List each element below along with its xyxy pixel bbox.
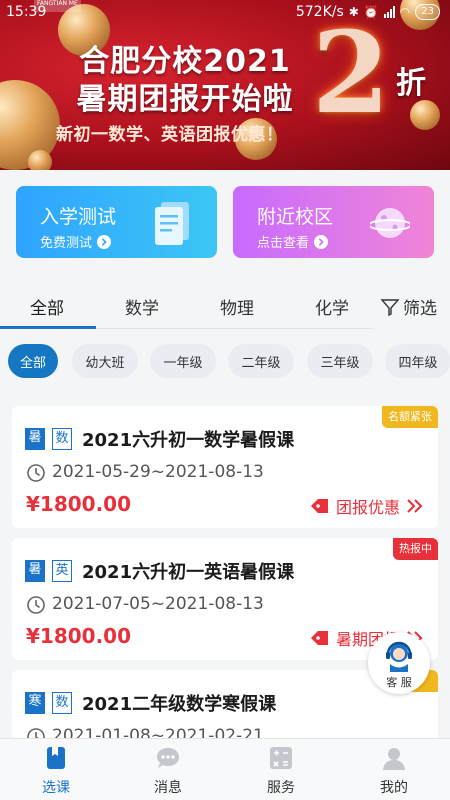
grade-chip-grade2[interactable]: 二年级 — [228, 344, 294, 378]
double-chevron-right-icon — [407, 499, 423, 513]
course-price: ¥1800.00 — [26, 624, 132, 648]
grade-chip-grade1[interactable]: 一年级 — [150, 344, 216, 378]
course-card[interactable]: 热报中 暑 英 2021六升初一英语暑假课 2021-07-05~2021-08… — [12, 538, 438, 660]
arrow-right-icon — [314, 234, 329, 249]
customer-service-button[interactable]: 客 服 — [368, 632, 430, 694]
clock-icon — [27, 464, 45, 482]
grade-chip-kindergarten[interactable]: 幼大班 — [72, 344, 138, 378]
clock-icon — [27, 596, 45, 614]
season-tag: 寒 — [25, 692, 45, 714]
tab-physics[interactable]: 物理 — [220, 294, 254, 319]
nav-label: 消息 — [154, 780, 182, 796]
card-title: 入学测试 — [40, 206, 117, 228]
card-subtitle-text: 点击查看 — [257, 236, 310, 251]
nav-label: 服务 — [267, 780, 295, 796]
filter-label: 筛选 — [403, 299, 437, 319]
nav-item-services[interactable]: 服务 — [225, 739, 337, 800]
banner-title-line2: 暑期团报开始啦 — [76, 82, 294, 117]
banner-subtitle: 新初一数学、英语团报优惠！ — [56, 125, 284, 145]
battery-icon: 23 — [415, 4, 440, 20]
course-dates: 2021-07-05~2021-08-13 — [52, 594, 264, 614]
alarm-icon: ⏰ — [363, 5, 379, 19]
customer-service-label: 客 服 — [386, 676, 412, 689]
filter-button[interactable]: 筛选 — [380, 294, 437, 319]
book-icon — [47, 747, 65, 769]
course-dates: 2021-05-29~2021-08-13 — [52, 462, 264, 482]
card-subtitle: 点击查看 — [257, 232, 329, 251]
bottom-navigation: 选课 消息 服务 我的 — [0, 738, 450, 800]
status-badge: 名额紧张 — [382, 406, 438, 428]
course-title: 2021六升初一英语暑假课 — [82, 562, 295, 583]
chat-bubble-icon — [157, 748, 179, 768]
bluetooth-icon: ✱ — [348, 5, 359, 19]
season-tag: 暑 — [25, 560, 45, 582]
subject-tag: 数 — [52, 692, 72, 714]
promo-label: 团报优惠 — [335, 498, 400, 517]
discount-number: 2 — [312, 8, 390, 139]
grade-chip-grade3[interactable]: 三年级 — [307, 344, 373, 378]
course-price: ¥1800.00 — [26, 492, 132, 516]
decorative-ball — [28, 150, 52, 170]
tag-icon — [310, 499, 328, 513]
tab-math[interactable]: 数学 — [125, 294, 159, 319]
signal-icon — [383, 6, 395, 18]
status-time: 15:39 — [6, 4, 47, 20]
season-tag: 暑 — [25, 428, 45, 450]
tab-chemistry[interactable]: 化学 — [315, 294, 349, 319]
card-subtitle: 免费测试 — [40, 232, 112, 251]
nav-item-messages[interactable]: 消息 — [112, 739, 224, 800]
tab-all[interactable]: 全部 — [30, 294, 64, 319]
headset-agent-icon — [386, 641, 412, 672]
subject-tag: 数 — [52, 428, 72, 450]
network-speed: 572K/s — [295, 4, 344, 20]
nearby-campus-card[interactable]: 附近校区 点击查看 — [233, 186, 434, 258]
grade-chip-grade4[interactable]: 四年级 — [385, 344, 450, 378]
entrance-test-card[interactable]: 入学测试 免费测试 — [16, 186, 217, 258]
wifi-icon: ◠ — [399, 5, 411, 19]
subject-tabs: 全部 数学 物理 化学 筛选 — [0, 282, 450, 330]
status-bar: 15:39 572K/s ✱ ⏰ ◠ 23 — [0, 0, 450, 26]
arrow-right-icon — [97, 234, 112, 249]
subject-tag: 英 — [52, 560, 72, 582]
nav-item-profile[interactable]: 我的 — [338, 739, 450, 800]
nav-item-courses[interactable]: 选课 — [0, 739, 112, 800]
status-badge: 热报中 — [393, 538, 438, 560]
discount-unit: 折 — [396, 66, 426, 101]
calculator-icon — [270, 747, 292, 769]
filter-icon — [380, 298, 400, 316]
nav-label: 我的 — [380, 780, 408, 796]
planet-icon — [370, 208, 410, 238]
course-card[interactable]: 名额紧张 暑 数 2021六升初一数学暑假课 2021-05-29~2021-0… — [12, 406, 438, 528]
tag-icon — [310, 631, 328, 645]
group-discount-link[interactable]: 团报优惠 — [310, 494, 424, 518]
user-icon — [383, 748, 405, 770]
decorative-ball — [410, 100, 440, 130]
course-title: 2021六升初一数学暑假课 — [82, 430, 295, 451]
active-tab-indicator — [0, 326, 96, 329]
card-title: 附近校区 — [257, 206, 334, 228]
grade-chip-all[interactable]: 全部 — [8, 344, 58, 378]
nav-label: 选课 — [42, 780, 70, 796]
card-subtitle-text: 免费测试 — [40, 236, 93, 251]
document-icon — [155, 202, 189, 245]
course-title: 2021二年级数学寒假课 — [82, 694, 277, 715]
